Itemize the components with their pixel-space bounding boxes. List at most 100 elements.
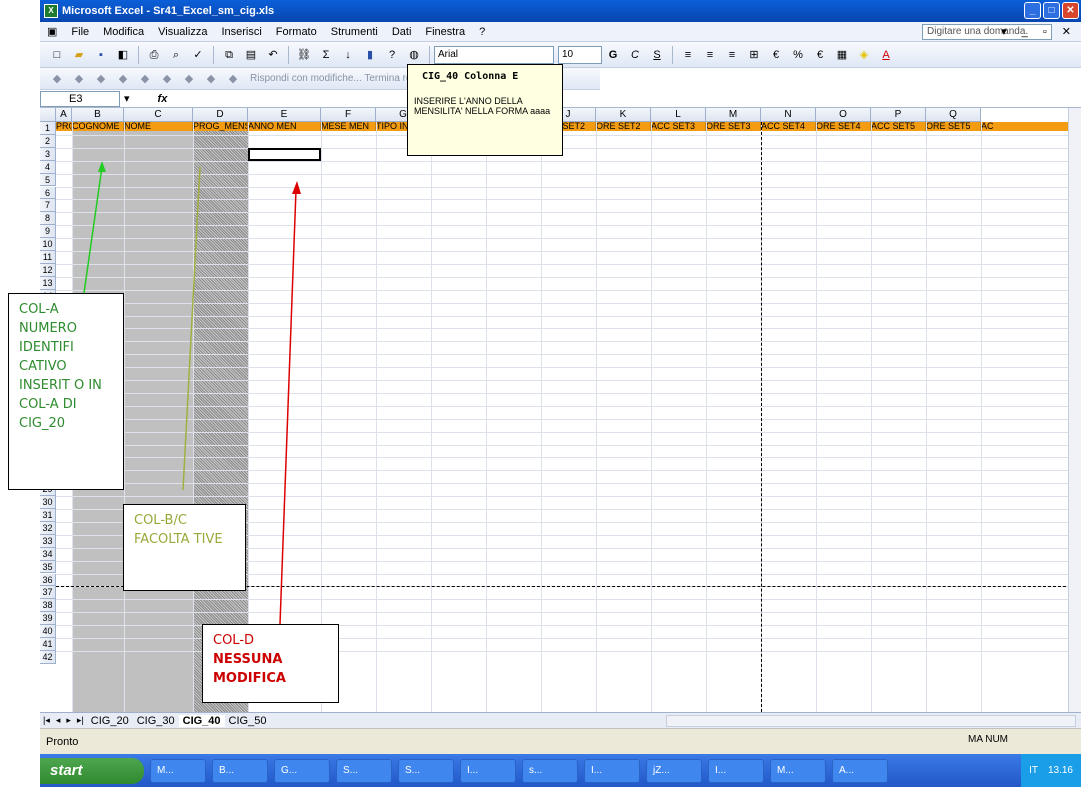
tab-nav-last[interactable]: ▸| xyxy=(74,715,87,726)
bold-icon[interactable]: G xyxy=(604,46,622,64)
row-header[interactable]: 33 xyxy=(40,534,56,548)
underline-icon[interactable]: S xyxy=(648,46,666,64)
row-header[interactable]: 39 xyxy=(40,612,56,626)
hyperlink-icon[interactable]: ⛓ xyxy=(295,46,313,64)
column-header[interactable]: M xyxy=(706,108,761,122)
chart-icon[interactable]: ▮ xyxy=(361,46,379,64)
tab-nav-prev[interactable]: ◂ xyxy=(53,715,64,726)
row-header[interactable]: 34 xyxy=(40,547,56,561)
help-icon[interactable]: ? xyxy=(383,46,401,64)
header-cell[interactable]: NOME xyxy=(124,122,193,131)
row-header[interactable]: 42 xyxy=(40,650,56,664)
permission-icon[interactable]: ◧ xyxy=(114,46,132,64)
menu-strumenti[interactable]: Strumenti xyxy=(324,26,385,38)
close-button[interactable]: ✕ xyxy=(1062,2,1079,19)
header-cell[interactable]: AC xyxy=(981,122,1081,131)
header-cell[interactable]: ACC SET5 xyxy=(871,122,926,131)
start-button[interactable]: start xyxy=(40,757,144,784)
row-header[interactable]: 32 xyxy=(40,521,56,535)
tab-cig50[interactable]: CIG_50 xyxy=(225,715,271,727)
row-header[interactable]: 8 xyxy=(40,212,56,226)
name-box-dropdown[interactable]: ▾ xyxy=(124,92,130,105)
spreadsheet-grid[interactable]: ABCDEFGHIJKLMNOPQPROG_INDCOGNOMENOMEPROG… xyxy=(40,108,1081,712)
sort-icon[interactable]: ↓ xyxy=(339,46,357,64)
preview-icon[interactable]: ⌕ xyxy=(167,46,185,64)
row-header[interactable]: 31 xyxy=(40,509,56,522)
menu-formato[interactable]: Formato xyxy=(269,26,324,38)
tab-nav-first[interactable]: |◂ xyxy=(40,715,53,726)
row-header[interactable]: 13 xyxy=(40,276,56,290)
row-header[interactable]: 36 xyxy=(40,573,56,587)
header-cell[interactable]: PROG_MENS xyxy=(193,122,248,131)
tab-nav-next[interactable]: ▸ xyxy=(63,715,74,726)
taskbar-window-button[interactable]: A... xyxy=(832,758,888,783)
font-size-select[interactable]: 10 xyxy=(558,45,602,64)
row-header[interactable]: 40 xyxy=(40,625,56,638)
taskbar-window-button[interactable]: B... xyxy=(212,758,268,783)
taskbar-window-button[interactable]: s... xyxy=(522,758,578,783)
research-icon[interactable]: ◍ xyxy=(405,46,423,64)
menu-modifica[interactable]: Modifica xyxy=(96,26,151,38)
doc-icon[interactable]: ▣ xyxy=(40,25,64,38)
row-header[interactable]: 11 xyxy=(40,251,56,264)
row-header[interactable]: 37 xyxy=(40,586,56,600)
font-color-icon[interactable]: A xyxy=(877,46,895,64)
taskbar-window-button[interactable]: I... xyxy=(708,758,764,783)
review-icon[interactable]: ◆ xyxy=(114,70,132,88)
column-header[interactable]: N xyxy=(761,108,816,122)
header-cell[interactable]: ORE SET3 xyxy=(706,122,761,131)
review-icon[interactable]: ◆ xyxy=(48,70,66,88)
print-icon[interactable]: ⎙ xyxy=(145,46,163,64)
menu-visualizza[interactable]: Visualizza xyxy=(151,26,214,38)
header-cell[interactable]: COGNOME xyxy=(72,122,124,131)
align-left-icon[interactable]: ≡ xyxy=(679,46,697,64)
column-header[interactable]: B xyxy=(72,108,124,122)
menu-file[interactable]: File xyxy=(64,26,96,38)
taskbar-window-button[interactable]: S... xyxy=(336,758,392,783)
row-header[interactable]: 10 xyxy=(40,238,56,251)
row-header[interactable]: 4 xyxy=(40,160,56,174)
new-icon[interactable]: □ xyxy=(48,46,66,64)
column-header[interactable]: O xyxy=(816,108,871,122)
row-header[interactable]: 38 xyxy=(40,599,56,613)
review-icon[interactable]: ◆ xyxy=(202,70,220,88)
copy-icon[interactable]: ⧉ xyxy=(220,46,238,64)
review-icon[interactable]: ◆ xyxy=(224,70,242,88)
header-cell[interactable]: ORE SET5 xyxy=(926,122,981,131)
save-icon[interactable]: ▪ xyxy=(92,46,110,64)
taskbar-window-button[interactable]: M... xyxy=(770,758,826,783)
row-header[interactable]: 6 xyxy=(40,186,56,200)
vertical-scrollbar[interactable] xyxy=(1068,108,1081,712)
column-header[interactable]: K xyxy=(596,108,651,122)
fx-icon[interactable]: fx xyxy=(158,93,168,105)
taskbar-window-button[interactable]: I... xyxy=(584,758,640,783)
header-cell[interactable]: ACC SET3 xyxy=(651,122,706,131)
column-header[interactable]: C xyxy=(124,108,193,122)
taskbar-window-button[interactable]: jZ... xyxy=(646,758,702,783)
align-right-icon[interactable]: ≡ xyxy=(723,46,741,64)
review-icon[interactable]: ◆ xyxy=(180,70,198,88)
row-header[interactable]: 7 xyxy=(40,199,56,213)
column-header[interactable]: Q xyxy=(926,108,981,122)
align-center-icon[interactable]: ≡ xyxy=(701,46,719,64)
language-indicator[interactable]: IT xyxy=(1029,765,1038,776)
taskbar-window-button[interactable]: I... xyxy=(460,758,516,783)
header-cell[interactable]: MESE MEN xyxy=(321,122,376,131)
header-cell[interactable]: ACC SET4 xyxy=(761,122,816,131)
tab-cig30[interactable]: CIG_30 xyxy=(133,715,179,727)
font-name-select[interactable]: Arial xyxy=(434,45,554,64)
header-cell[interactable]: ANNO MEN xyxy=(248,122,321,131)
selected-cell[interactable] xyxy=(248,147,321,161)
horizontal-scrollbar[interactable] xyxy=(666,715,1076,727)
column-header[interactable]: F xyxy=(321,108,376,122)
column-header[interactable]: P xyxy=(871,108,926,122)
review-icon[interactable]: ◆ xyxy=(70,70,88,88)
name-box[interactable]: E3 xyxy=(40,90,120,107)
open-icon[interactable]: ▰ xyxy=(70,46,88,64)
header-cell[interactable]: ORE SET2 xyxy=(596,122,651,131)
row-header[interactable]: 12 xyxy=(40,263,56,277)
review-icon[interactable]: ◆ xyxy=(92,70,110,88)
paste-icon[interactable]: ▤ xyxy=(242,46,260,64)
row-header[interactable]: 3 xyxy=(40,147,56,161)
taskbar-window-button[interactable]: M... xyxy=(150,758,206,783)
